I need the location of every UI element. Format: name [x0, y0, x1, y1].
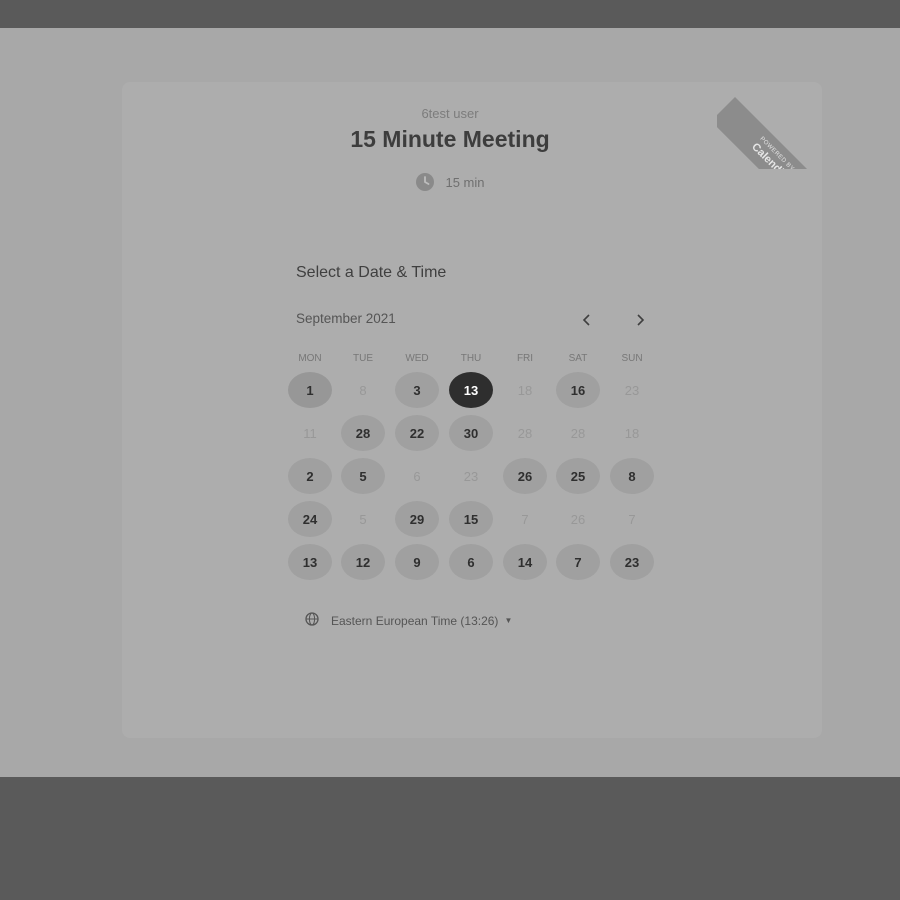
- date-unavailable: 6: [413, 468, 421, 484]
- weekday-label: SUN: [621, 353, 643, 364]
- caret-down-icon: ▼: [504, 616, 513, 625]
- date-unavailable: 28: [570, 425, 586, 441]
- date-button[interactable]: 6: [449, 544, 493, 580]
- date-unavailable: 5: [359, 511, 367, 527]
- date-button[interactable]: 9: [395, 544, 439, 580]
- date-unavailable: 28: [517, 425, 533, 441]
- date-unavailable: 11: [303, 425, 317, 441]
- weekday-label: SAT: [568, 353, 588, 364]
- date-unavailable: 18: [517, 382, 533, 398]
- date-button[interactable]: 25: [556, 458, 600, 494]
- date-button[interactable]: 14: [503, 544, 547, 580]
- month-label: September 2021: [296, 311, 396, 326]
- event-title: 15 Minute Meeting: [350, 126, 550, 152]
- date-button[interactable]: 16: [556, 372, 600, 408]
- date-button[interactable]: 26: [503, 458, 547, 494]
- date-button[interactable]: 3: [395, 372, 439, 408]
- selected-date-button[interactable]: 13: [449, 372, 493, 408]
- date-button[interactable]: 29: [395, 501, 439, 537]
- weekday-label: THU: [460, 353, 482, 364]
- date-button[interactable]: 24: [288, 501, 332, 537]
- date-button[interactable]: 1: [288, 372, 332, 408]
- date-button[interactable]: 28: [341, 415, 385, 451]
- globe-icon: [305, 612, 319, 629]
- chevron-right-icon: [635, 310, 645, 331]
- date-unavailable: 7: [521, 511, 529, 527]
- date-button[interactable]: 12: [341, 544, 385, 580]
- weekday-label: TUE: [353, 353, 373, 364]
- weekday-label: WED: [405, 353, 429, 364]
- duration-label: 15 min: [445, 174, 485, 190]
- date-button[interactable]: 13: [288, 544, 332, 580]
- date-button[interactable]: 2: [288, 458, 332, 494]
- date-button[interactable]: 8: [610, 458, 654, 494]
- date-button[interactable]: 5: [341, 458, 385, 494]
- date-unavailable: 8: [359, 382, 367, 398]
- weekday-label: MON: [298, 353, 322, 364]
- date-unavailable: 23: [463, 468, 479, 484]
- date-button[interactable]: 23: [610, 544, 654, 580]
- clock-icon: [415, 172, 435, 192]
- timezone-label: Eastern European Time (13:26): [331, 613, 499, 628]
- date-unavailable: 26: [570, 511, 586, 527]
- date-button[interactable]: 30: [449, 415, 493, 451]
- date-button[interactable]: 22: [395, 415, 439, 451]
- weekday-label: FRI: [516, 353, 534, 364]
- date-unavailable: 18: [624, 425, 640, 441]
- next-month-button[interactable]: [628, 308, 652, 332]
- date-unavailable: 23: [624, 382, 640, 398]
- scheduler-heading: Select a Date & Time: [296, 264, 447, 281]
- prev-month-button[interactable]: [575, 308, 599, 332]
- event-duration: 15 min: [0, 172, 900, 192]
- chevron-left-icon: [582, 310, 592, 331]
- host-name: 6test user: [421, 106, 479, 121]
- date-unavailable: 7: [628, 511, 636, 527]
- date-button[interactable]: 7: [556, 544, 600, 580]
- timezone-selector[interactable]: Eastern European Time (13:26) ▼: [305, 612, 512, 629]
- date-button[interactable]: 15: [449, 501, 493, 537]
